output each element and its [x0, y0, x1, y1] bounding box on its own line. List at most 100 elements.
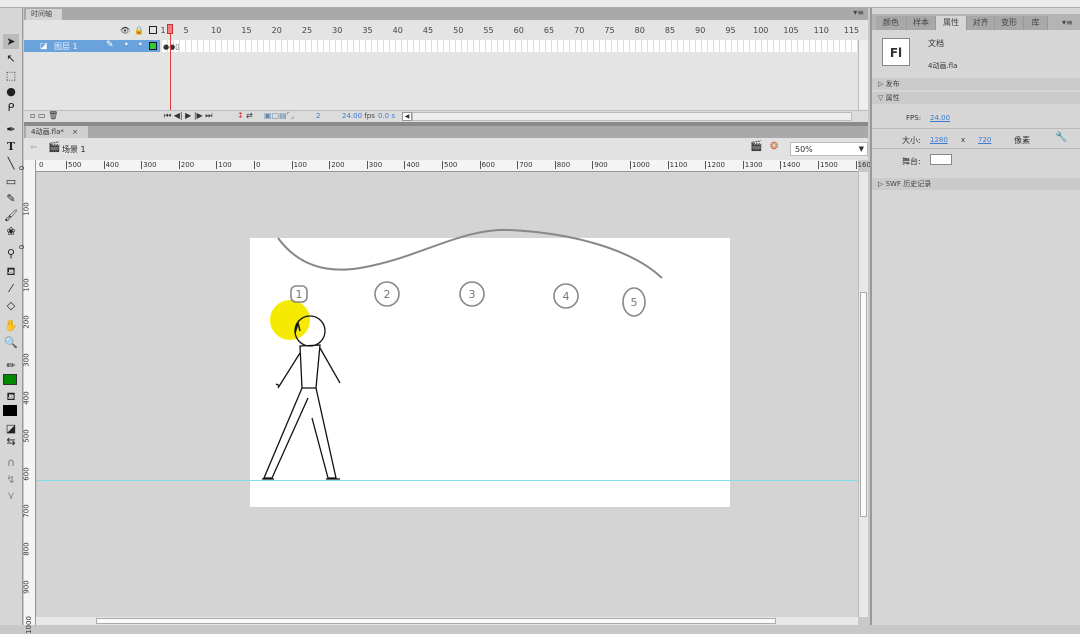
- layer-name[interactable]: 图层 1: [54, 41, 78, 52]
- pen-tool-icon[interactable]: ✒: [3, 122, 19, 137]
- section-publish[interactable]: ▷ 发布: [872, 78, 1080, 90]
- layer-row[interactable]: ◪ 图层 1 ✎ • •: [24, 40, 160, 52]
- frame-number: 40: [393, 26, 403, 35]
- eraser-icon[interactable]: ◇: [3, 298, 19, 313]
- show-hide-all-icon[interactable]: 👁: [120, 26, 130, 35]
- selection-tool-icon[interactable]: ➤: [3, 34, 19, 49]
- document-tab[interactable]: 4动画.fla* ×: [26, 126, 88, 138]
- snap-magnet-icon[interactable]: ∩: [3, 455, 19, 470]
- panel-menu-icon[interactable]: ▾≡: [853, 8, 864, 17]
- size-separator: x: [961, 136, 965, 144]
- horizontal-ruler: 0500400300200100010020030040050060070080…: [36, 160, 858, 172]
- playback-controls-icon[interactable]: ⏮ ◀| ▶ |▶ ⏭: [164, 111, 212, 121]
- keyframe-icon[interactable]: ●●▯: [163, 43, 179, 51]
- frame-number: 90: [695, 26, 705, 35]
- frame-rate[interactable]: 24.00 fps: [342, 112, 375, 120]
- timeline-hscrollbar[interactable]: [412, 112, 852, 121]
- stage-hscrollbar[interactable]: [36, 617, 858, 625]
- frame-number: 20: [272, 26, 282, 35]
- back-arrow-icon[interactable]: ⇐: [30, 143, 38, 153]
- swap-colors-icon[interactable]: ⇆: [3, 434, 19, 449]
- panel-tab[interactable]: 库: [1024, 16, 1048, 30]
- text-tool-icon[interactable]: T: [3, 139, 19, 154]
- lock-all-icon[interactable]: 🔒: [134, 26, 144, 35]
- panel-menu-icon[interactable]: ▾≡: [1062, 16, 1073, 30]
- width-value[interactable]: 1280: [930, 136, 948, 144]
- hscroll-thumb[interactable]: [96, 618, 776, 624]
- fps-unit: fps: [364, 112, 375, 120]
- new-layer-icon[interactable]: ▫ ▭ 🗑: [30, 111, 58, 120]
- visible-dot[interactable]: •: [124, 40, 129, 49]
- ruler-label: 100: [23, 202, 31, 215]
- center-frame-icon[interactable]: ↕: [237, 111, 244, 120]
- bone-tool-icon[interactable]: ⚲: [3, 246, 19, 261]
- menu-strip: [0, 0, 1080, 8]
- wrench-icon[interactable]: 🔧: [1055, 132, 1067, 143]
- timeline-vscrollbar[interactable]: [858, 40, 868, 110]
- tools-panel: ➤ ↖ ⬚ ● ᑭ ✒ T ╲ ▭ ✎ 🖌 ❀ ⚲ ⛾ ⁄ ◇ ✋ 🔍 ✏ ⛾ …: [0, 8, 23, 625]
- section-properties[interactable]: ▽ 属性: [872, 92, 1080, 104]
- frame-ruler[interactable]: 1510152025303540455055606570758085909510…: [162, 20, 858, 40]
- fps-value[interactable]: 24.00: [930, 114, 950, 122]
- panel-tab[interactable]: 样本: [907, 16, 936, 30]
- highlight-circle: [270, 300, 310, 340]
- hand-tool-icon[interactable]: ✋: [3, 318, 19, 333]
- playhead[interactable]: [167, 24, 173, 34]
- ruler-label: 200: [329, 161, 344, 169]
- stage[interactable]: 1 2 3 4 5: [250, 238, 730, 507]
- loop-icon[interactable]: ⇄: [246, 111, 253, 120]
- paint-bucket-icon[interactable]: ⛾: [3, 264, 19, 279]
- pencil-tool-icon[interactable]: ✎: [3, 191, 19, 206]
- tab-timeline[interactable]: 时间轴: [26, 9, 62, 20]
- edit-symbols-icon[interactable]: ❂: [770, 141, 778, 152]
- onion-skin-icons[interactable]: ▣▢▤⌜⌟: [264, 111, 294, 120]
- stage-color-swatch[interactable]: [930, 154, 952, 165]
- smooth-icon[interactable]: ↯: [3, 472, 19, 487]
- line-tool-icon[interactable]: ╲: [3, 156, 19, 171]
- ruler-label: 1400: [780, 161, 800, 169]
- rectangle-tool-icon[interactable]: ▭: [3, 174, 19, 189]
- panel-tab[interactable]: 颜色: [876, 16, 907, 30]
- section-swf-history[interactable]: ▷ SWF 历史记录: [872, 178, 1080, 190]
- lock-dot[interactable]: •: [138, 40, 143, 49]
- outline-color-swatch[interactable]: [149, 42, 157, 50]
- height-value[interactable]: 720: [978, 136, 991, 144]
- ruler-label: 700: [517, 161, 532, 169]
- fill-color-swatch[interactable]: [3, 405, 17, 416]
- frame-number: 100: [753, 26, 768, 35]
- subselection-tool-icon[interactable]: ↖: [3, 51, 19, 66]
- scene-label[interactable]: 场景 1: [62, 144, 86, 155]
- vscroll-thumb[interactable]: [860, 292, 867, 517]
- sketch-number: 4: [563, 290, 570, 303]
- frame-number: 55: [483, 26, 493, 35]
- lasso-tool-icon[interactable]: ᑭ: [3, 100, 19, 115]
- outline-all-icon[interactable]: [149, 26, 157, 34]
- eyedropper-icon[interactable]: ⁄: [3, 281, 19, 296]
- stage-vscrollbar[interactable]: [858, 172, 868, 617]
- panel-tab[interactable]: 属性: [936, 16, 967, 30]
- brush-tool-icon[interactable]: 🖌: [3, 208, 19, 223]
- free-transform-tool-icon[interactable]: ⬚: [3, 68, 19, 83]
- zoom-select[interactable]: 50% ▼: [790, 142, 868, 156]
- panel-tab[interactable]: 对齐: [967, 16, 995, 30]
- stroke-color-swatch[interactable]: [3, 374, 17, 385]
- divider: [872, 148, 1080, 149]
- scroll-left-button[interactable]: ◀: [402, 112, 412, 121]
- frame-rate-value[interactable]: 24.00: [342, 112, 362, 120]
- guide-line[interactable]: [37, 480, 858, 481]
- straighten-icon[interactable]: ⋎: [3, 488, 19, 503]
- ruler-label: 1100: [668, 161, 688, 169]
- 3d-rotation-tool-icon[interactable]: ●: [3, 84, 19, 99]
- zoom-tool-icon[interactable]: 🔍: [3, 335, 19, 350]
- ruler-label: 300: [23, 354, 31, 367]
- panel-tab[interactable]: 变形: [995, 16, 1024, 30]
- section-publish-label: 发布: [886, 80, 900, 88]
- current-frame: 2: [316, 112, 320, 120]
- close-tab-icon[interactable]: ×: [72, 128, 78, 136]
- ruler-label: 900: [23, 580, 31, 593]
- pasteboard[interactable]: 1 2 3 4 5: [37, 172, 858, 617]
- deco-tool-icon[interactable]: ❀: [3, 224, 19, 239]
- edit-scene-icon[interactable]: 🎬: [750, 141, 762, 152]
- frame-number: 50: [453, 26, 463, 35]
- frames-row[interactable]: ●●▯: [162, 40, 858, 52]
